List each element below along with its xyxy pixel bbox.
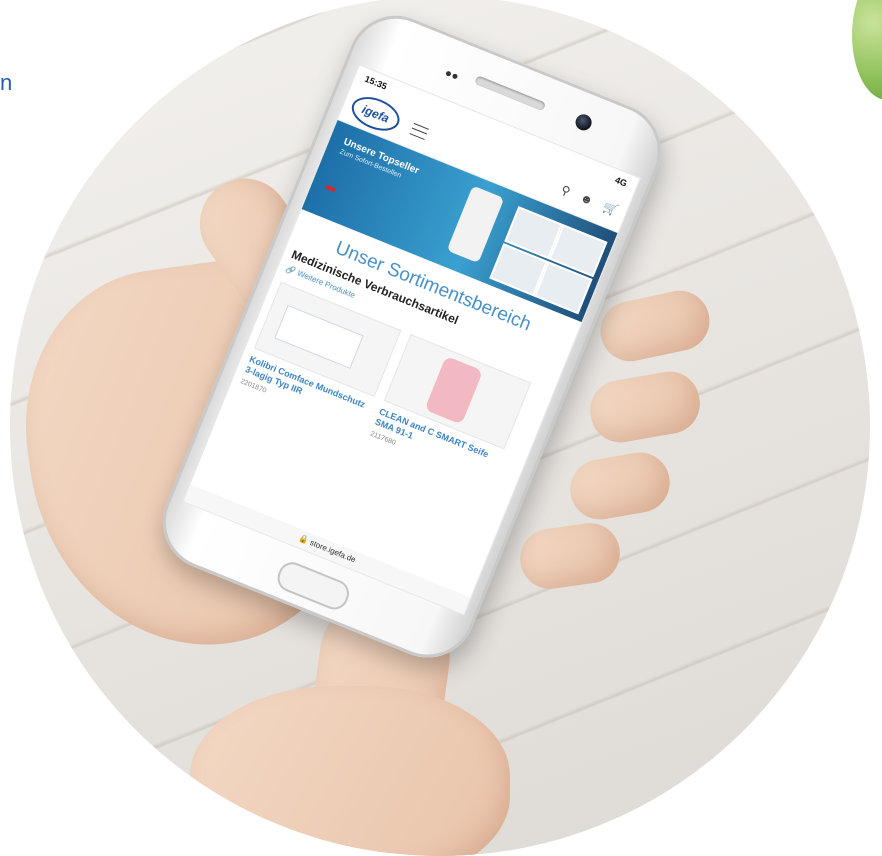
search-icon[interactable]: ⚲ bbox=[559, 183, 572, 199]
earpiece-speaker bbox=[474, 75, 547, 112]
front-camera bbox=[573, 111, 595, 133]
photo-circle: 15:35 4G igefa ⚲ ☻ 🛒 Unsere Topseller Zu… bbox=[10, 0, 870, 856]
cart-icon[interactable]: 🛒 bbox=[601, 200, 620, 219]
hamburger-menu-icon[interactable] bbox=[409, 122, 429, 141]
cropped-edge-text: n bbox=[0, 70, 13, 95]
status-network: 4G bbox=[613, 174, 629, 189]
url-text: store.igefa.de bbox=[308, 537, 357, 565]
sensor-dots bbox=[445, 63, 463, 80]
account-icon[interactable]: ☻ bbox=[578, 190, 595, 208]
banner-red-label bbox=[325, 184, 336, 193]
decorative-green-shape bbox=[852, 0, 882, 100]
right-palm bbox=[190, 686, 510, 856]
dispenser-image bbox=[446, 185, 505, 264]
